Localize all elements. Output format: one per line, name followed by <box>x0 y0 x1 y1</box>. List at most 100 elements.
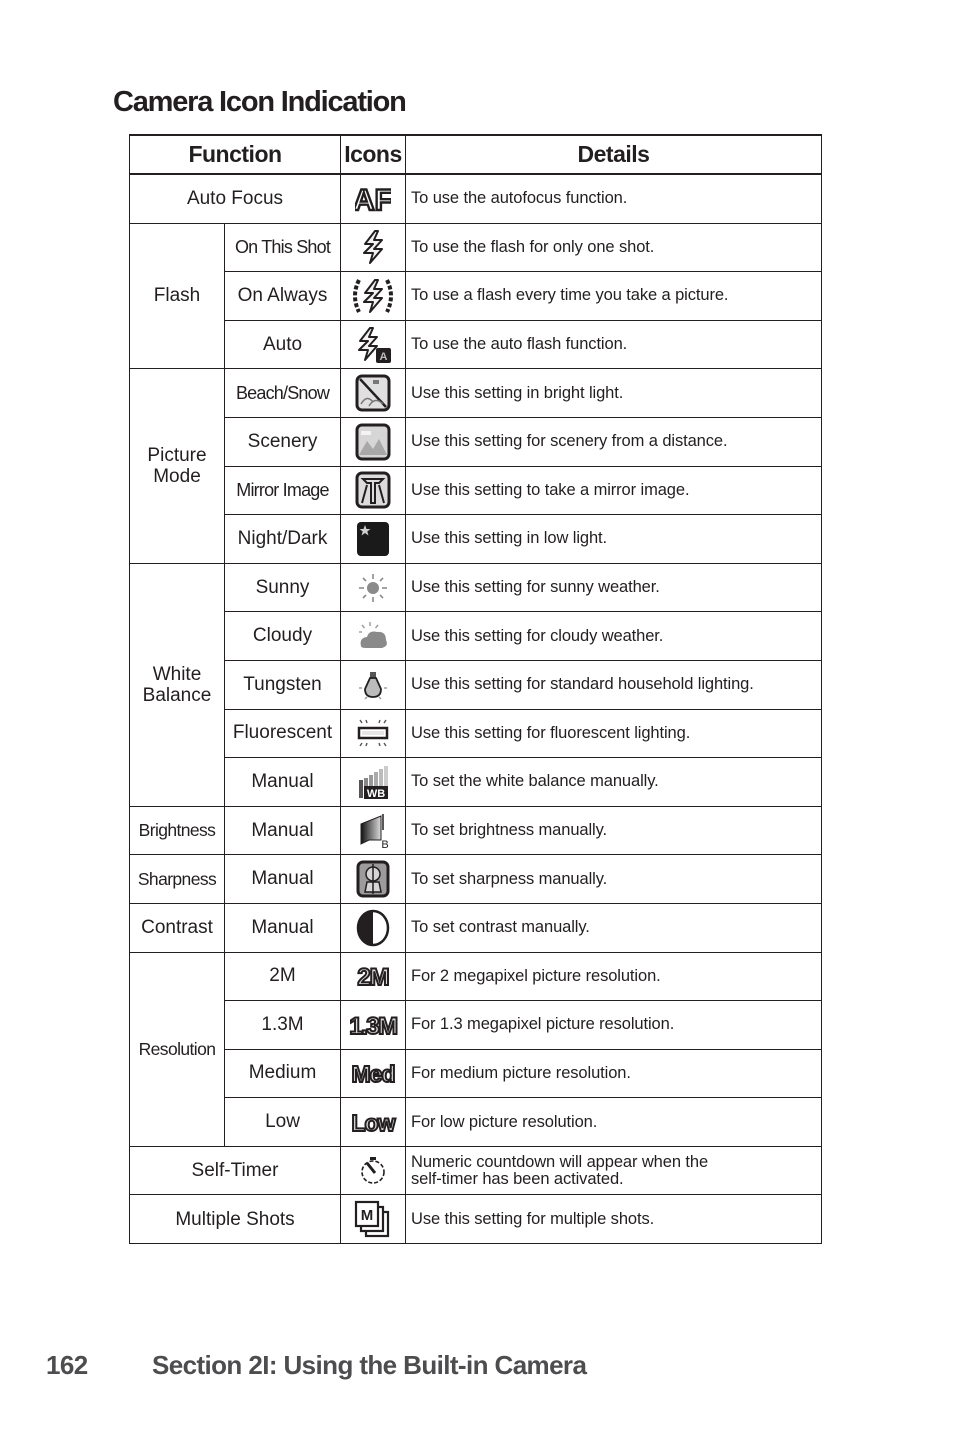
multiple-shots-icon: M <box>354 1201 390 1238</box>
sun-icon <box>359 573 387 602</box>
icon-cell: Med <box>340 1048 406 1099</box>
table-row: Brightness Manual B To set brightness ma… <box>129 805 822 856</box>
setting-cell: On This Shot <box>224 222 341 273</box>
setting-cell: Auto <box>224 319 341 370</box>
details-cell: Use this setting for scenery from a dist… <box>405 416 822 467</box>
table-row: Flash On This Shot To use the flash for … <box>129 222 822 370</box>
table-row: Resolution 2M 2M For 2 megapixel picture… <box>129 951 822 1147</box>
table-header-row: Function Icons Details <box>129 134 822 175</box>
table-row: Picture Mode Beach/Snow Use this setting… <box>129 368 822 564</box>
details-cell: For low picture resolution. <box>405 1097 822 1147</box>
table-row: Auto Focus AF To use the autofocus funct… <box>129 173 822 224</box>
setting-cell: Sunny <box>224 562 341 613</box>
icon-cell <box>340 222 406 273</box>
details-cell: Use this setting to take a mirror image. <box>405 465 822 516</box>
table-row: Manual WB To set the white balance manua… <box>130 757 822 807</box>
header-function: Function <box>129 134 341 175</box>
icon-cell <box>340 659 406 710</box>
setting-cell: On Always <box>224 271 341 321</box>
cloud-icon <box>359 622 387 649</box>
details-cell: Use this setting for standard household … <box>405 659 822 710</box>
res-2m-icon: 2M <box>356 963 390 990</box>
icon-cell <box>340 902 406 953</box>
function-cell: Picture Mode <box>129 368 225 564</box>
svg-text:B: B <box>381 839 388 850</box>
function-cell: Flash <box>129 222 225 370</box>
setting-cell: 1.3M <box>224 1000 341 1050</box>
details-cell: Use this setting in bright light. <box>405 368 822 418</box>
function-cell: Auto Focus <box>129 173 341 224</box>
table-row: Medium Med For medium picture resolution… <box>130 1048 822 1099</box>
setting-cell: Manual <box>224 854 341 904</box>
page-number: 162 <box>46 1350 88 1380</box>
bulb-icon <box>359 671 387 700</box>
table-row: 1.3M 1.3M For 1.3 megapixel picture reso… <box>130 1000 822 1050</box>
details-cell: To use the flash for only one shot. <box>405 222 822 273</box>
details-cell: For medium picture resolution. <box>405 1048 822 1099</box>
setting-cell: Beach/Snow <box>224 368 341 418</box>
table-row: Fluorescent Use this setting for fluores… <box>130 708 822 759</box>
table-row: Sharpness Manual To set sharpness manual… <box>129 854 822 904</box>
svg-text:AF: AF <box>355 184 391 215</box>
details-cell: To set the white balance manually. <box>405 757 822 807</box>
setting-cell: Manual <box>224 805 341 856</box>
af-icon: AF <box>355 183 391 215</box>
table-row: Auto A To use the auto flash function. <box>130 319 822 370</box>
flash-always-icon <box>353 278 393 313</box>
section-title: Section 2I: Using the Built-in Camera <box>152 1350 587 1380</box>
night-icon <box>357 521 389 556</box>
setting-cell: Mirror Image <box>224 465 341 516</box>
beach-snow-icon <box>355 374 391 412</box>
svg-text:M: M <box>361 1207 374 1224</box>
icon-cell: WB <box>340 757 406 807</box>
details-line-1: Numeric countdown will appear when the <box>411 1152 709 1171</box>
details-line-2: self-timer has been activated. <box>411 1169 624 1188</box>
svg-text:WB: WB <box>367 788 385 800</box>
details-cell: To set contrast manually. <box>405 902 822 953</box>
details-cell: Use this setting for fluorescent lightin… <box>405 708 822 759</box>
flash-auto-icon: A <box>358 326 391 363</box>
details-cell: To use a flash every time you take a pic… <box>405 271 822 321</box>
header-details: Details <box>405 134 822 175</box>
icon-cell: B <box>340 805 406 856</box>
table-row: Multiple Shots M Use this setting for mu… <box>129 1194 822 1245</box>
table-row: Scenery Use this setting for scenery fro… <box>130 416 822 467</box>
res-1-3m-icon: 1.3M <box>348 1012 399 1039</box>
function-cell: Self-Timer <box>129 1145 341 1196</box>
table-row: Mirror Image Use this setting to take a … <box>130 465 822 516</box>
icon-cell <box>340 514 406 564</box>
res-med-icon: Med <box>351 1060 397 1087</box>
camera-icon-table: Function Icons Details Auto Focus AF To … <box>129 134 822 1245</box>
svg-text:Low: Low <box>352 1110 396 1136</box>
icon-cell <box>340 562 406 613</box>
details-cell: For 2 megapixel picture resolution. <box>405 951 822 1002</box>
details-cell: Use this setting in low light. <box>405 514 822 564</box>
function-cell: Multiple Shots <box>129 1194 341 1245</box>
setting-cell: 2M <box>224 951 341 1002</box>
details-cell: Use this setting for cloudy weather. <box>405 611 822 661</box>
table-row: Cloudy Use this setting for cloudy weath… <box>130 611 822 661</box>
flash-once-icon <box>363 230 383 265</box>
header-icons: Icons <box>340 134 406 175</box>
setting-cell: Cloudy <box>224 611 341 661</box>
table-row: Self-Timer Numeric countdown will appear… <box>129 1145 822 1196</box>
setting-cell: Night/Dark <box>224 514 341 564</box>
details-cell: For 1.3 megapixel picture resolution. <box>405 1000 822 1050</box>
wb-manual-icon: WB <box>359 765 388 800</box>
icon-cell <box>340 854 406 904</box>
table-row: Tungsten Use this setting for standard h… <box>130 659 822 710</box>
function-cell: Sharpness <box>129 854 225 904</box>
contrast-icon <box>356 909 390 946</box>
mirror-image-icon <box>355 471 391 509</box>
function-cell: Resolution <box>129 951 225 1147</box>
icon-cell <box>340 271 406 321</box>
icon-cell <box>340 465 406 516</box>
icon-cell: Low <box>340 1097 406 1147</box>
setting-cell: Manual <box>224 757 341 807</box>
icon-cell <box>340 1145 406 1196</box>
details-cell: To use the autofocus function. <box>405 173 822 224</box>
svg-text:Med: Med <box>352 1061 395 1087</box>
setting-cell: Manual <box>224 902 341 953</box>
icon-cell: 1.3M <box>340 1000 406 1050</box>
function-cell: Contrast <box>129 902 225 953</box>
